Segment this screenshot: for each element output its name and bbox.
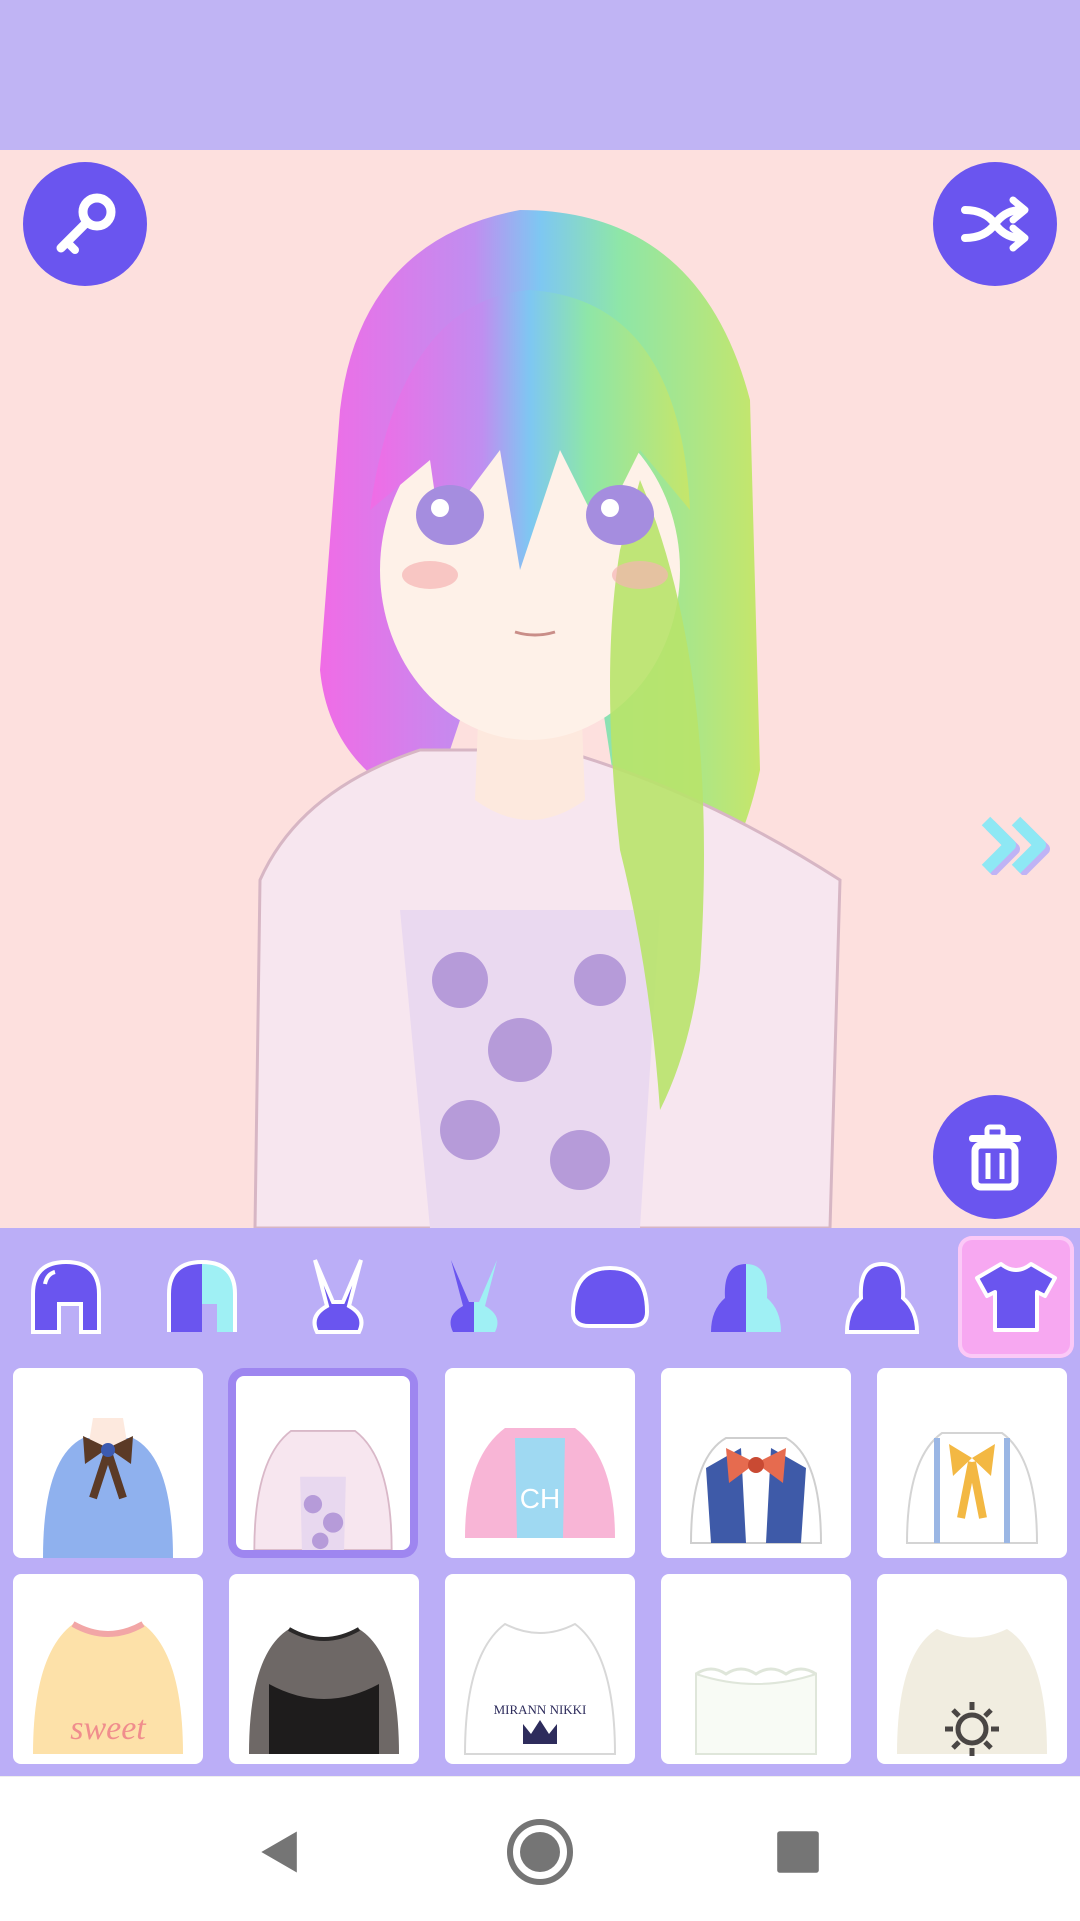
top-clothing-icon	[975, 1262, 1057, 1332]
body-icon	[844, 1261, 920, 1334]
tab-head[interactable]	[550, 1236, 670, 1358]
unlock-button[interactable]	[23, 162, 147, 286]
item-sweet-tshirt[interactable]: sweet	[13, 1574, 203, 1764]
white-frill-top-icon	[695, 1667, 817, 1755]
category-tab-bar	[0, 1228, 1080, 1366]
item-pink-hoodie[interactable]: CH	[445, 1368, 635, 1558]
item-beige-sun-tshirt[interactable]	[877, 1574, 1067, 1764]
randomize-button[interactable]	[933, 162, 1057, 286]
pink-jacket-floral-top-icon	[253, 1430, 393, 1550]
item-school-uniform[interactable]	[661, 1368, 851, 1558]
blue-blouse-ribbon-icon	[43, 1418, 173, 1558]
item-white-frill-top[interactable]	[661, 1574, 851, 1764]
recents-button[interactable]	[753, 1807, 843, 1897]
black-lace-top-icon	[249, 1627, 399, 1754]
beige-sun-tshirt-icon	[897, 1629, 1047, 1756]
system-navigation-bar	[0, 1776, 1080, 1921]
crown-tshirt-icon: MIRANN NIKKI	[463, 1622, 617, 1755]
sweet-tshirt-icon: sweet	[33, 1621, 183, 1754]
tab-ears-color[interactable]	[414, 1236, 534, 1358]
white-shirt-yellow-bow-icon	[905, 1432, 1039, 1544]
next-button[interactable]	[980, 815, 1060, 878]
avatar-illustration	[253, 210, 842, 1228]
tab-top-clothing[interactable]	[958, 1236, 1074, 1358]
back-button[interactable]	[235, 1807, 325, 1897]
top-bar	[0, 0, 1080, 150]
home-button[interactable]	[495, 1807, 585, 1897]
head-icon	[570, 1265, 650, 1328]
trash-icon	[969, 1124, 1021, 1191]
school-uniform-red-bow-icon	[689, 1437, 823, 1544]
tab-front-hair[interactable]	[6, 1236, 126, 1358]
sweet-print-text: sweet	[70, 1710, 147, 1747]
tab-hair-color[interactable]	[142, 1236, 262, 1358]
clothing-item-grid: CH sweet MIRANN NIKKI	[0, 1366, 1080, 1776]
ears-color-icon	[450, 1260, 498, 1332]
key-icon	[56, 193, 116, 254]
item-blue-blouse[interactable]	[13, 1368, 203, 1558]
pink-hoodie-icon: CH	[465, 1428, 615, 1538]
double-chevron-right-icon	[981, 816, 1050, 878]
crown-print-text: MIRANN NIKKI	[494, 1702, 587, 1717]
hair-color-icon	[167, 1259, 237, 1332]
delete-button[interactable]	[933, 1095, 1057, 1219]
item-crown-tshirt[interactable]: MIRANN NIKKI	[445, 1574, 635, 1764]
ears-icon	[312, 1259, 364, 1334]
item-white-shirt[interactable]	[877, 1368, 1067, 1558]
back-triangle-icon	[261, 1831, 297, 1873]
recents-square-icon	[777, 1831, 819, 1873]
front-hair-icon	[31, 1259, 101, 1334]
tab-skin-color[interactable]	[686, 1236, 806, 1358]
item-black-lace-top[interactable]	[229, 1574, 419, 1764]
svg-text:CH: CH	[520, 1483, 560, 1514]
tab-body[interactable]	[822, 1236, 942, 1358]
avatar-canvas	[0, 150, 1080, 1228]
shuffle-icon	[961, 196, 1029, 252]
skin-color-icon	[711, 1264, 781, 1332]
item-pink-jacket[interactable]	[236, 1376, 410, 1550]
home-circle-icon	[507, 1819, 573, 1885]
tab-ears[interactable]	[278, 1236, 398, 1358]
